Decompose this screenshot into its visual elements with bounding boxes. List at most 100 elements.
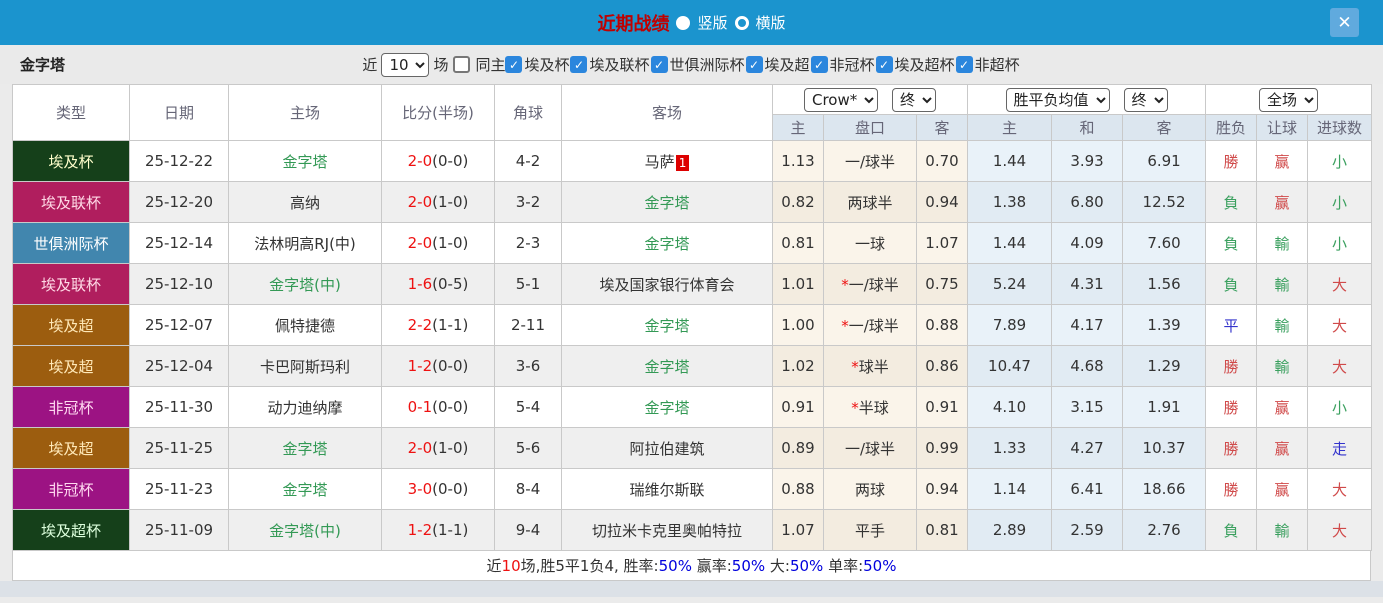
league-filter-label[interactable]: 世俱洲际杯 <box>670 54 745 75</box>
summary-segment: 50% <box>863 557 897 575</box>
eu-away-odds-cell: 1.39 <box>1122 304 1207 346</box>
score-cell: 1-2(0-0) <box>381 345 495 387</box>
header-handicap: 让球 <box>1256 114 1309 141</box>
eu-home-odds-cell: 1.14 <box>967 468 1053 510</box>
date-cell: 25-12-22 <box>129 140 229 182</box>
home-team-cell: 金字塔 <box>228 140 382 182</box>
ah-line-label: 球半 <box>858 357 889 376</box>
league-filter[interactable]: ✓ 埃及杯 <box>505 54 570 75</box>
league-filter[interactable]: ✓ 非冠杯 <box>810 54 876 75</box>
filter-group: 近 10 场 同主 ✓ 埃及杯 ✓ 埃及联杯 ✓ 世俱洲际杯 ✓ 埃及超 ✓ 非冠杯 ✓ 埃及超杯 ✓ 非… <box>362 52 1021 77</box>
result-cell: 負 <box>1205 181 1258 223</box>
odds-source-select[interactable]: Crow* <box>804 87 878 112</box>
checkbox-checked-icon[interactable]: ✓ <box>875 56 893 73</box>
summary-segment: 50% <box>658 557 692 575</box>
header-eu-home: 主 <box>967 114 1053 141</box>
wdl-time-select[interactable]: 终 <box>1123 87 1168 112</box>
date-cell: 25-12-04 <box>129 345 229 387</box>
checkbox-checked-icon[interactable]: ✓ <box>955 56 973 73</box>
eu-home-odds-cell: 2.89 <box>967 509 1053 551</box>
eu-home-odds-cell: 5.24 <box>967 263 1053 305</box>
same-venue-label[interactable]: 同主 <box>475 54 505 75</box>
summary-bar: 近10场,胜5平1负4, 胜率:50% 赢率:50% 大:50% 单率:50% <box>12 551 1371 581</box>
eu-draw-odds-cell: 3.15 <box>1051 386 1124 428</box>
away-team-label: 埃及国家银行体育会 <box>599 275 735 294</box>
header-score: 比分(半场) <box>381 84 495 141</box>
score-fulltime: 3-0 <box>407 480 433 498</box>
league-filter[interactable]: ✓ 埃及超杯 <box>875 54 956 75</box>
ah-line-label: 一/球半 <box>844 152 896 171</box>
radio-horizontal-label[interactable]: 横版 <box>756 12 786 33</box>
away-team-label: 马萨 <box>644 152 675 171</box>
score-fulltime: 2-0 <box>407 439 433 457</box>
scope-select[interactable]: 全场 <box>1259 87 1319 112</box>
eu-draw-odds-cell: 4.31 <box>1051 263 1124 305</box>
away-team-cell: 切拉米卡克里奥帕特拉 <box>561 509 773 551</box>
radio-horizontal-icon[interactable] <box>734 15 749 30</box>
titlebar: 近期战绩 竖版 横版 ✕ <box>0 0 1383 45</box>
type-cell: 埃及超杯 <box>12 509 130 551</box>
eu-home-odds-cell: 1.44 <box>967 222 1053 264</box>
league-filter-label[interactable]: 非超杯 <box>975 54 1020 75</box>
type-cell: 埃及超 <box>12 427 130 469</box>
ah-away-odds-cell: 1.07 <box>915 222 969 264</box>
league-filter[interactable]: ✓ 非超杯 <box>955 54 1021 75</box>
bottom-strip <box>0 581 1383 597</box>
recent-count-select[interactable]: 10 <box>381 52 430 77</box>
home-team-label: 金字塔 <box>282 439 328 458</box>
league-filter-label[interactable]: 埃及联杯 <box>589 54 649 75</box>
checkbox-checked-icon[interactable]: ✓ <box>745 56 763 73</box>
checkbox-checked-icon[interactable]: ✓ <box>810 56 828 73</box>
home-team-cell: 法林明高RJ(中) <box>228 222 382 264</box>
corner-cell: 3-6 <box>494 345 562 387</box>
corner-cell: 4-2 <box>494 140 562 182</box>
eu-home-odds-cell: 7.89 <box>967 304 1053 346</box>
handicap-result-cell: 輸 <box>1256 222 1309 264</box>
result-cell: 負 <box>1205 263 1258 305</box>
checkbox-checked-icon[interactable]: ✓ <box>650 56 668 73</box>
handicap-result-cell: 輸 <box>1256 509 1309 551</box>
type-cell: 埃及联杯 <box>12 263 130 305</box>
home-team-cell: 高纳 <box>228 181 382 223</box>
away-team-label: 金字塔 <box>644 357 690 376</box>
same-venue-checkbox[interactable] <box>453 56 471 73</box>
eu-away-odds-cell: 1.29 <box>1122 345 1207 387</box>
league-filter[interactable]: ✓ 埃及联杯 <box>570 54 650 75</box>
recent-label: 近 <box>362 56 378 74</box>
eu-away-odds-cell: 10.37 <box>1122 427 1207 469</box>
league-filter-label[interactable]: 埃及杯 <box>524 54 569 75</box>
home-team-label: 卡巴阿斯玛利 <box>259 357 350 376</box>
live-star-icon: * <box>851 398 859 417</box>
league-filter-label[interactable]: 埃及超 <box>765 54 810 75</box>
score-halftime: (0-0) <box>432 357 469 375</box>
ah-home-odds-cell: 0.88 <box>772 468 824 510</box>
close-button[interactable]: ✕ <box>1330 8 1359 37</box>
ah-home-odds-cell: 1.07 <box>772 509 824 551</box>
checkbox-checked-icon[interactable]: ✓ <box>505 56 523 73</box>
handicap-select-group: Crow* 终 <box>771 84 969 115</box>
radio-vertical-selected-icon[interactable] <box>676 15 691 30</box>
checkbox-checked-icon[interactable]: ✓ <box>570 56 588 73</box>
score-halftime: (1-0) <box>432 439 469 457</box>
goals-result-cell: 大 <box>1307 263 1373 305</box>
home-team-label: 高纳 <box>289 193 320 212</box>
home-team-cell: 金字塔 <box>228 468 382 510</box>
league-filter[interactable]: ✓ 世俱洲际杯 <box>650 54 746 75</box>
odds-time-select[interactable]: 终 <box>892 87 936 112</box>
league-filter[interactable]: ✓ 埃及超 <box>745 54 811 75</box>
score-fulltime: 1-2 <box>407 521 433 539</box>
summary-segment: 50% <box>731 557 766 575</box>
league-filter-label[interactable]: 埃及超杯 <box>895 54 955 75</box>
table-row: 非冠杯 25-11-23 金字塔 3-0(0-0) 8-4 瑞维尔斯联 0.88… <box>12 468 1373 510</box>
league-filter-label[interactable]: 非冠杯 <box>830 54 875 75</box>
score-fulltime: 0-1 <box>407 398 433 416</box>
radio-vertical-label[interactable]: 竖版 <box>697 12 727 33</box>
away-badge: 1 <box>675 154 690 171</box>
ah-home-odds-cell: 1.02 <box>772 345 824 387</box>
page-title: 近期战绩 <box>597 13 670 35</box>
eu-draw-odds-cell: 6.80 <box>1051 181 1124 223</box>
score-fulltime: 2-0 <box>407 193 433 211</box>
home-team-cell: 金字塔(中) <box>228 263 382 305</box>
wdl-source-select[interactable]: 胜平负均值 <box>1005 87 1110 112</box>
handicap-result-cell: 赢 <box>1256 468 1309 510</box>
